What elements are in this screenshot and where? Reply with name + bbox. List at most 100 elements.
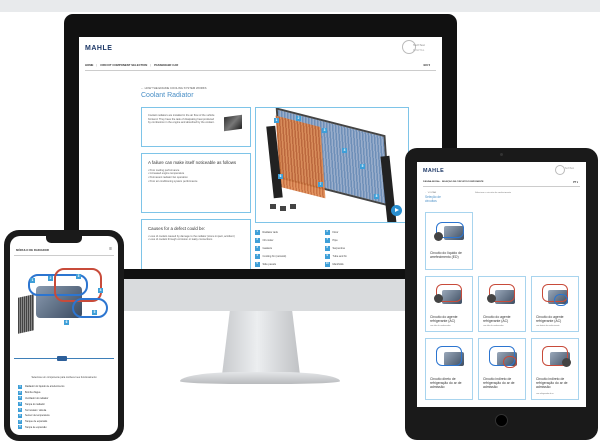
legend-number: 3 [255,246,260,251]
engine-circuit-view[interactable]: 1 2 3 4 5 6 [14,260,114,352]
hamburger-icon[interactable]: ≡ [109,247,112,252]
nav-divider [423,186,580,187]
legend-label: Radiator tank [262,230,278,234]
phone-screen: MÓDULO DE RADIADOR ≡ 1 2 3 4 5 6 Selecio… [10,236,118,435]
card-label: Circuito indireto de refrigeração do ar … [536,377,568,390]
language-label: EN [423,63,428,67]
legend-number: 5 [255,262,260,267]
circuit-card[interactable]: Circuito do agente refrigerante (AC) com… [531,276,579,332]
legend-item[interactable]: 10 Manifolds [325,262,344,267]
intro-card: Coolant radiators are installed in the a… [141,107,251,147]
play-animation-button[interactable] [391,205,402,216]
list-item[interactable]: 8 Tampa de expansão [18,425,110,431]
fan-icon [434,294,443,303]
hotspot-marker[interactable]: 7 [318,182,323,187]
legend-label: Gaskets [262,246,273,250]
radiator-thumbnail [224,114,242,132]
parts-legend: 1 Radiator tank 2 Oil cooler 3 Gaskets 4 Coo… [255,230,409,269]
hotspot-marker[interactable]: 6 [64,320,69,325]
language-selector[interactable]: PT ▾ [573,181,578,184]
circuit-card[interactable]: Circuito indireto de refrigeração do ar … [478,338,526,400]
coolant-hose [554,294,568,306]
product-showcase: MAHLE TechTest DIGITAL HOME | CIRCUIT CO… [0,0,600,445]
legend-number: 7 [325,238,330,243]
hotspot-marker[interactable]: 1 [274,118,279,123]
language-selector[interactable]: EN ▾ [423,63,430,67]
legend-item[interactable]: 1 Radiator tank [255,230,278,235]
item-label: Sensor de temperatura [25,414,50,418]
circuit-card[interactable]: Circuito direto de refrigeração do ar de… [425,338,473,400]
legend-label: Tube and fin [332,254,347,258]
page-title: Seleção de circuitos [425,195,441,203]
hotspot-marker[interactable]: 8 [374,194,379,199]
hotspot-marker[interactable]: 4 [342,148,347,153]
legend-label: Side panels [262,262,277,266]
hotspot-marker[interactable]: 1 [30,278,35,283]
circuit-card[interactable]: Circuito do agente refrigerante (AC) com… [425,276,473,332]
legend-number: 2 [255,238,260,243]
nav-passenger-car[interactable]: PASSENGER CAR [154,63,178,67]
legend-item[interactable]: 9 Tube and fin [325,254,347,259]
legend-number: 4 [255,254,260,259]
monitor-screen: MAHLE TechTest DIGITAL HOME | CIRCUIT CO… [79,37,442,269]
home-button[interactable] [495,414,508,427]
hotspot-marker[interactable]: 5 [92,310,97,315]
coolant-hose [72,298,108,318]
hotspot-marker[interactable]: 4 [98,288,103,293]
item-number: 3 [18,396,22,401]
hotspot-marker[interactable]: 2 [48,276,53,281]
card-note: com bateria de arrefecimento [536,325,560,327]
phone-header-divider [14,255,114,256]
hotspot-marker[interactable]: 5 [360,164,365,169]
card-label: Circuito do agente refrigerante (AC) [483,315,511,324]
legend-item[interactable]: 6 Floor [325,230,338,235]
card-label: Circuito direto de refrigeração do ar de… [430,377,462,390]
legend-label: Pipe [332,238,338,242]
back-link[interactable]: ← VOLTAR [425,192,436,194]
hotspot-marker[interactable]: 3 [322,128,327,133]
card-note: com refrigerador de ar [536,393,554,395]
legend-item[interactable]: 8 Serpentine [325,246,345,251]
item-number: 5 [18,408,22,413]
circuit-card[interactable]: Circuito indireto de refrigeração do ar … [531,338,579,400]
failure-item: Poor air conditioning system performance [148,180,244,184]
item-label: Radiador do líquido de arrefecimento [25,385,65,389]
item-number: 1 [18,384,22,389]
radiator-3d-view[interactable]: 1 2 3 4 5 6 7 8 [255,107,409,223]
failure-title: A failure can make itself noticeable as … [148,160,237,165]
fan-icon [487,294,496,303]
mahle-logo[interactable]: MAHLE [85,45,112,52]
mahle-logo[interactable]: MAHLE [423,168,444,174]
back-link[interactable]: ← HOW THE ENGINE COOLING SYSTEM WORKS [141,86,207,90]
hotspot-marker[interactable]: 3 [76,274,81,279]
circuit-card[interactable]: Circuito do agente refrigerante (AC) com… [478,276,526,332]
item-label: Bomba d'água [25,391,41,395]
hotspot-marker[interactable]: 2 [296,116,301,121]
legend-label: Oil cooler [262,238,274,242]
nav-circuit-selection[interactable]: CIRCUIT COMPONENT SELECTION [100,63,147,67]
part-thumbnail [290,204,296,209]
circuit-card[interactable]: Circuito do líquido de arrefecimento (ED… [425,212,473,270]
legend-item[interactable]: 3 Gaskets [255,246,272,251]
legend-item[interactable]: 2 Oil cooler [255,238,273,243]
card-note: com óleo de condensador [483,325,504,327]
phone-title: MÓDULO DE RADIADOR [16,248,49,252]
item-number: 7 [18,419,22,424]
nav-home[interactable]: HOME [85,63,93,67]
hotspot-marker[interactable]: 6 [278,174,283,179]
card-label: Circuito do líquido de arrefecimento (ED… [430,251,462,260]
legend-number: 9 [325,254,330,259]
tablet-nav[interactable]: PÁGINA INICIAL · SELEÇÃO DE CIRCUITO/COM… [423,181,483,183]
causes-title: Causes for a defect could be: [148,226,206,231]
radiator-icon [18,294,34,334]
legend-item[interactable]: 4 Cooling fin (network) [255,254,286,259]
item-number: 4 [18,402,22,407]
item-label: Termostato / válvula [25,408,47,412]
scroll-indicator[interactable] [57,355,67,361]
language-label: PT [573,181,577,184]
legend-item[interactable]: 7 Pipe [325,238,338,243]
nav-separator: | [150,63,152,67]
part-thumbnail [270,204,276,209]
failure-card: A failure can make itself noticeable as … [141,153,251,213]
legend-item[interactable]: 5 Side panels [255,262,276,267]
